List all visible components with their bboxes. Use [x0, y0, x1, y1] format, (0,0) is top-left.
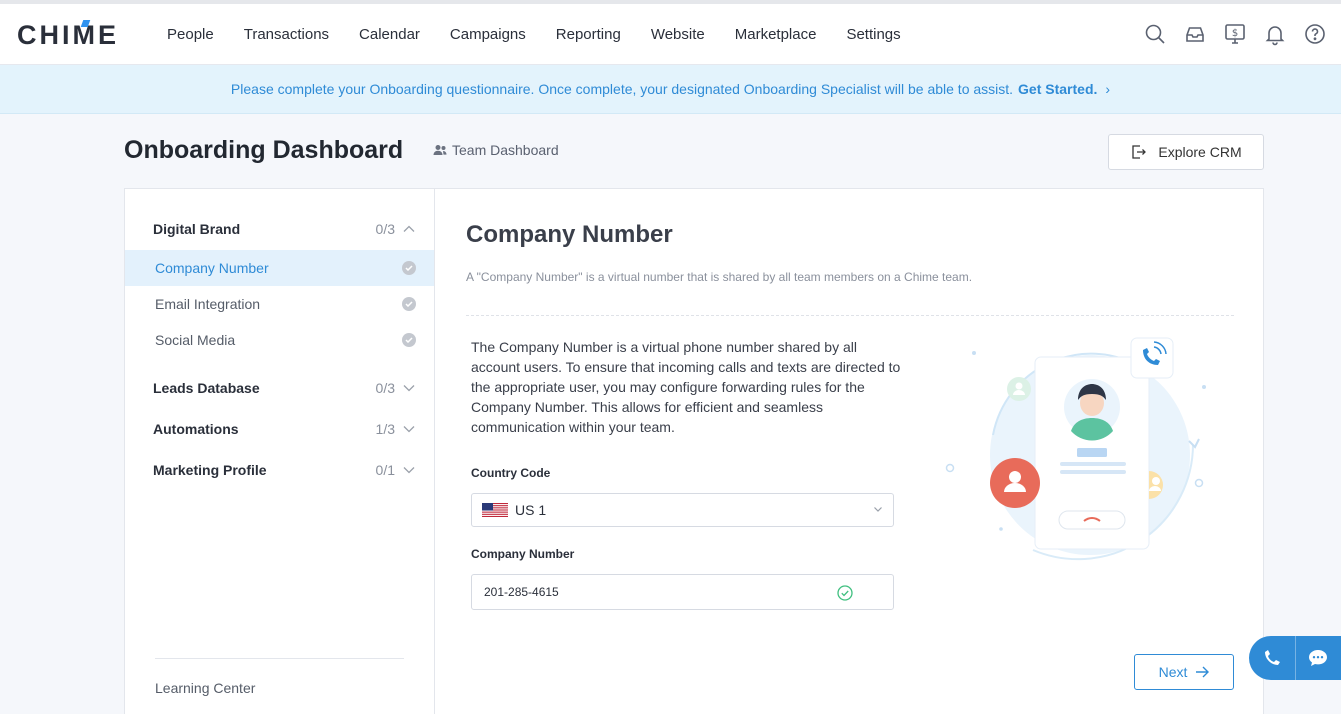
company-number-label: Company Number — [471, 547, 575, 561]
team-dashboard-link[interactable]: Team Dashboard — [433, 142, 559, 158]
inbox-icon[interactable] — [1183, 22, 1207, 46]
section-title: Automations — [153, 421, 239, 437]
country-code-label: Country Code — [471, 466, 551, 480]
chevron-down-icon — [403, 385, 415, 392]
check-circle-icon — [402, 261, 416, 275]
explore-crm-label: Explore CRM — [1158, 144, 1242, 160]
check-circle-icon — [402, 297, 416, 311]
section-title: Digital Brand — [153, 221, 241, 237]
bell-icon[interactable] — [1263, 22, 1287, 46]
search-icon[interactable] — [1143, 22, 1167, 46]
chime-logo[interactable]: CHIME — [17, 20, 119, 51]
billing-icon[interactable]: $ — [1223, 22, 1247, 46]
top-navigation-bar: CHIME People Transactions Calendar Campa… — [0, 0, 1341, 65]
onboarding-card: Digital Brand 0/3 Company Number Email I… — [124, 188, 1264, 714]
sidebar-item-company-number[interactable]: Company Number — [125, 250, 434, 286]
chevron-up-icon — [403, 225, 415, 232]
sidebar-item-social-media[interactable]: Social Media — [125, 322, 434, 358]
help-icon[interactable] — [1303, 22, 1327, 46]
section-progress: 0/3 — [375, 380, 395, 396]
section-automations[interactable]: Automations 1/3 — [153, 421, 415, 437]
sidebar-item-email-integration[interactable]: Email Integration — [125, 286, 434, 322]
page-title: Onboarding Dashboard — [124, 136, 404, 164]
dashed-divider — [466, 315, 1234, 316]
nav-item-settings[interactable]: Settings — [846, 26, 900, 43]
section-description: A "Company Number" is a virtual number t… — [466, 270, 973, 284]
section-heading: Company Number — [466, 221, 673, 248]
team-icon — [433, 145, 447, 155]
onboarding-sidebar: Digital Brand 0/3 Company Number Email I… — [125, 189, 435, 714]
onboarding-banner: Please complete your Onboarding question… — [0, 65, 1341, 114]
phone-button[interactable] — [1249, 636, 1295, 680]
section-progress: 0/1 — [375, 462, 395, 478]
next-button-label: Next — [1158, 664, 1188, 680]
exit-icon — [1132, 145, 1147, 159]
nav-item-campaigns[interactable]: Campaigns — [450, 26, 526, 43]
check-circle-icon — [402, 333, 416, 347]
next-button[interactable]: Next — [1134, 654, 1234, 690]
arrow-right-icon — [1196, 666, 1210, 678]
section-digital-brand[interactable]: Digital Brand 0/3 — [153, 221, 415, 237]
chevron-down-icon — [874, 507, 882, 512]
section-title: Leads Database — [153, 380, 260, 396]
floating-contact-buttons — [1249, 636, 1341, 680]
section-marketing-profile[interactable]: Marketing Profile 0/1 — [153, 462, 415, 478]
section-title: Marketing Profile — [153, 462, 267, 478]
chevron-right-icon[interactable]: › — [1105, 81, 1110, 97]
chat-button[interactable] — [1295, 636, 1341, 680]
nav-item-people[interactable]: People — [167, 26, 214, 43]
chat-icon — [1309, 650, 1328, 666]
sidebar-item-label: Email Integration — [155, 296, 261, 312]
svg-text:$: $ — [1232, 28, 1238, 39]
nav-item-transactions[interactable]: Transactions — [244, 26, 329, 43]
section-progress: 1/3 — [375, 421, 395, 437]
banner-text: Please complete your Onboarding question… — [230, 81, 1014, 97]
section-progress: 0/3 — [375, 221, 395, 237]
company-number-input[interactable]: 201-285-4615 — [471, 574, 894, 610]
company-number-explanation: The Company Number is a virtual phone nu… — [471, 339, 901, 435]
nav-item-reporting[interactable]: Reporting — [556, 26, 621, 43]
phone-contact-illustration — [945, 337, 1206, 561]
get-started-link[interactable]: Get Started. — [1018, 81, 1097, 97]
chevron-down-icon — [403, 426, 415, 433]
section-leads-database[interactable]: Leads Database 0/3 — [153, 380, 415, 396]
sidebar-item-label: Company Number — [155, 260, 269, 276]
company-number-value: 201-285-4615 — [484, 585, 559, 599]
us-flag-icon — [482, 503, 508, 517]
nav-item-website[interactable]: Website — [651, 26, 705, 43]
main-nav: People Transactions Calendar Campaigns R… — [152, 4, 916, 65]
country-code-value: US 1 — [515, 502, 547, 518]
explore-crm-button[interactable]: Explore CRM — [1108, 134, 1264, 170]
country-code-select[interactable]: US 1 — [471, 493, 894, 527]
sidebar-divider — [155, 658, 404, 659]
nav-item-calendar[interactable]: Calendar — [359, 26, 420, 43]
nav-item-marketplace[interactable]: Marketplace — [735, 26, 817, 43]
top-icons: $ — [1143, 22, 1327, 46]
check-circle-icon — [837, 585, 853, 601]
learning-center-link[interactable]: Learning Center — [155, 680, 255, 696]
chevron-down-icon — [403, 467, 415, 474]
sidebar-item-label: Social Media — [155, 332, 236, 348]
team-dashboard-label: Team Dashboard — [452, 142, 559, 158]
phone-icon — [1264, 650, 1280, 665]
